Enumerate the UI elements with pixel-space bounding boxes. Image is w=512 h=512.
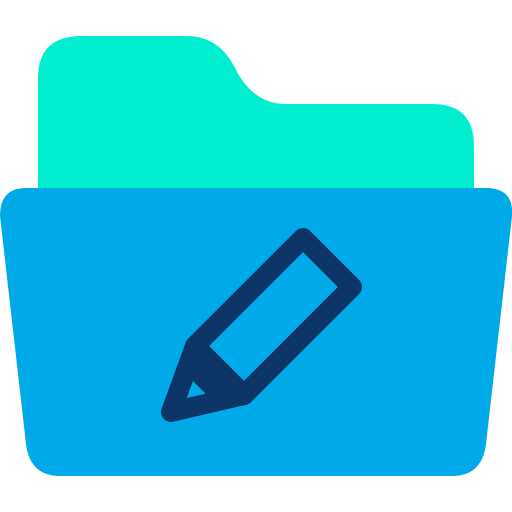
edit-folder-icon	[0, 0, 512, 512]
folder-front-icon	[0, 188, 512, 476]
edit-folder-svg	[0, 36, 512, 476]
folder-back-icon	[38, 36, 474, 194]
